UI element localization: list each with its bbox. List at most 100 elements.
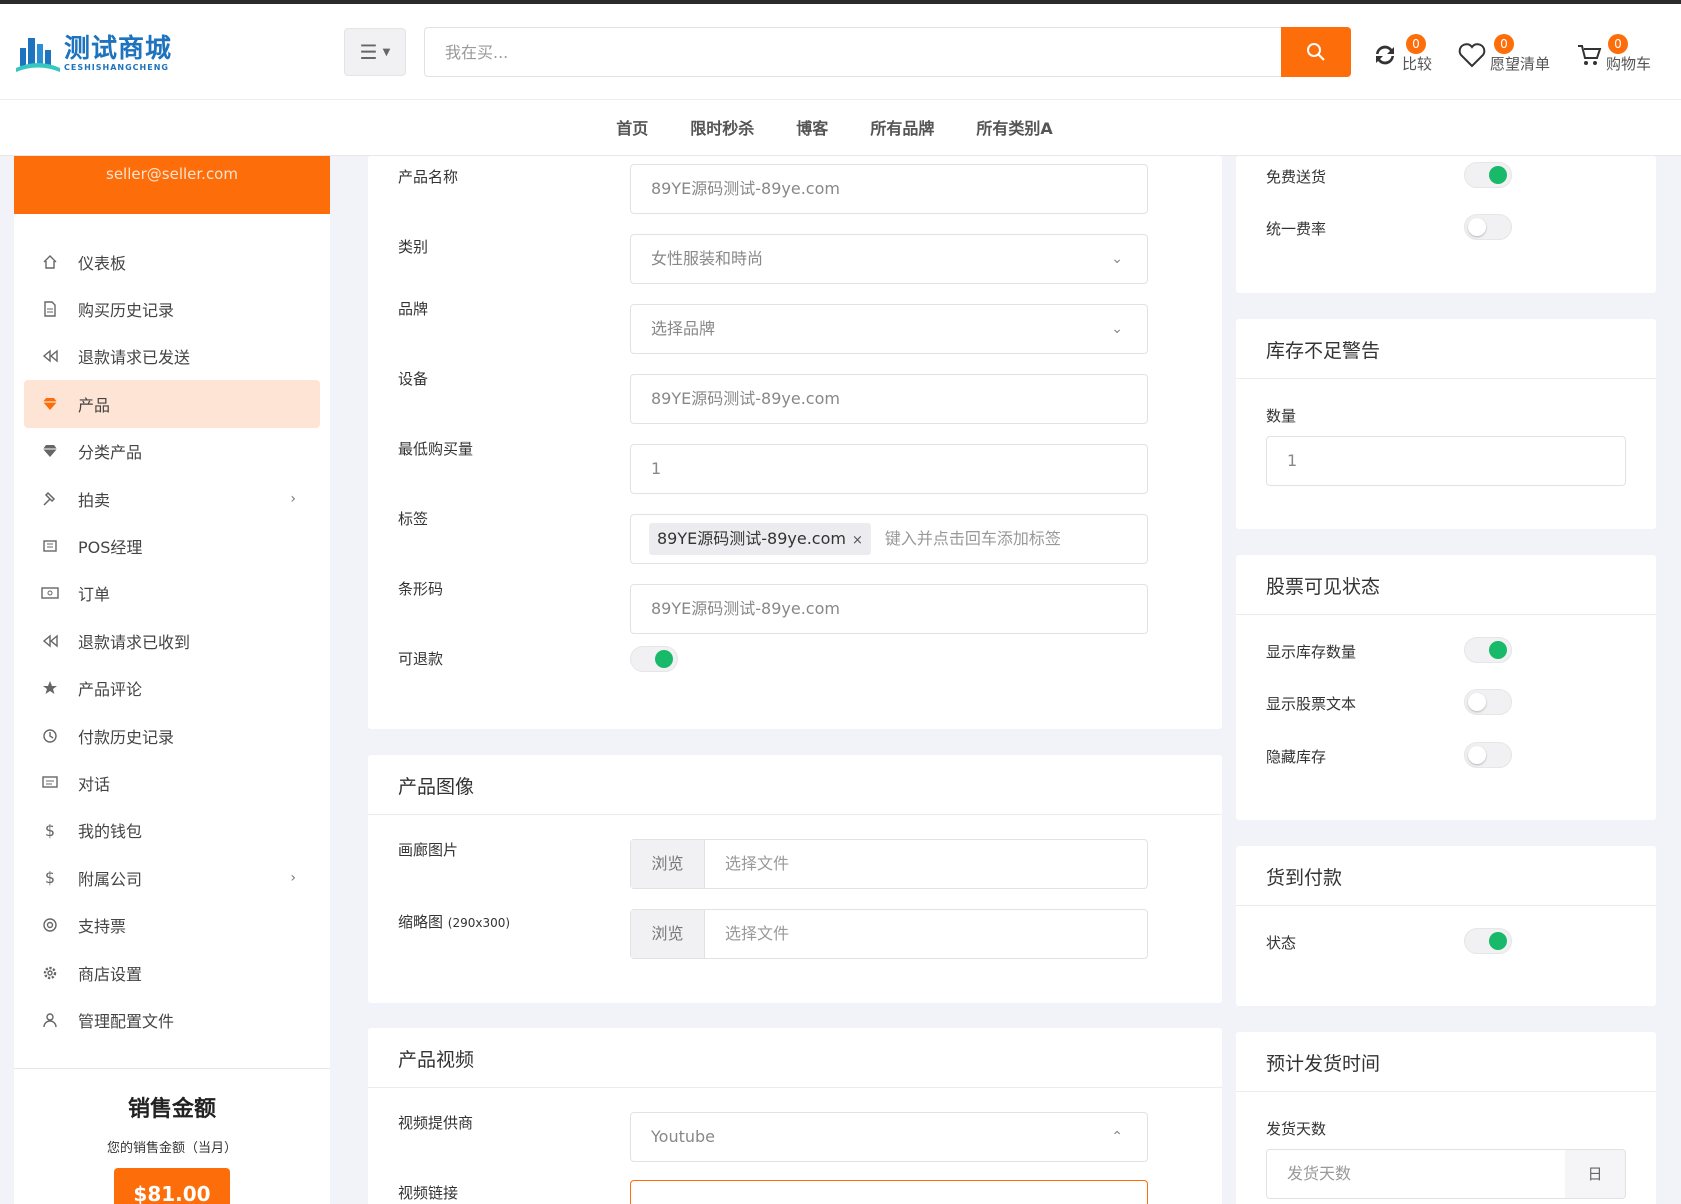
sidebar-item-affiliate[interactable]: $ 附属公司 › (24, 854, 320, 901)
product-video-title: 产品视频 (368, 1028, 1222, 1088)
sidebar-item-refund-received[interactable]: 退款请求已收到 (24, 617, 320, 664)
sidebar-item-label: 购买历史记录 (78, 301, 175, 321)
site-logo[interactable]: 测试商城 CESHISHANGCHENG (16, 32, 172, 74)
sidebar-item-product-reviews[interactable]: 产品评论 (24, 665, 320, 712)
user-icon (40, 1010, 60, 1030)
category-value: 女性服装和時尚 (651, 249, 764, 268)
nav-flash-deals[interactable]: 限时秒杀 (669, 100, 775, 155)
stock-visibility-card: 股票可见状态 显示库存数量 显示股票文本 隐藏库存 (1236, 555, 1656, 820)
sidebar-item-label: 拍卖 (78, 490, 111, 510)
nav-all-brands[interactable]: 所有品牌 (849, 100, 955, 155)
sidebar-item-label: 商店设置 (78, 964, 143, 984)
tags-input[interactable]: 89YE源码测试-89ye.com × 键入并点击回车添加标签 (630, 514, 1148, 564)
shipping-days-input[interactable]: 发货天数 (1266, 1149, 1566, 1199)
thumbnail-file-input[interactable]: 浏览 选择文件 (630, 909, 1148, 959)
sidebar-item-dashboard[interactable]: 仪表板 (24, 238, 320, 285)
tag-remove-icon[interactable]: × (852, 533, 863, 548)
file-icon (40, 299, 60, 319)
sidebar-item-label: 退款请求已发送 (78, 348, 191, 368)
nav-all-categories[interactable]: 所有类别A (955, 100, 1073, 155)
sync-icon (1376, 45, 1394, 65)
sales-amount: $81.00 (114, 1168, 230, 1204)
compare-count-badge: 0 (1406, 34, 1426, 54)
sidebar-item-pos-manager[interactable]: POS经理 (24, 522, 320, 569)
chat-icon (40, 773, 60, 793)
show-stock-text-toggle[interactable] (1464, 689, 1512, 715)
sidebar-item-label: 产品评论 (78, 680, 143, 700)
barcode-input[interactable]: 89YE源码测试-89ye.com (630, 584, 1148, 634)
sidebar-item-label: 分类产品 (78, 443, 143, 463)
wishlist-link[interactable]: 0 愿望清单 (1458, 30, 1550, 80)
sidebar-item-manage-profile[interactable]: 管理配置文件 (24, 996, 320, 1043)
show-stock-qty-toggle[interactable] (1464, 637, 1512, 663)
sidebar-item-products[interactable]: 产品 (24, 380, 320, 428)
gallery-file-input[interactable]: 浏览 选择文件 (630, 839, 1148, 889)
thumbnail-label: 缩略图 (290x300) (398, 913, 511, 931)
home-icon (40, 252, 60, 272)
est-shipping-title: 预计发货时间 (1236, 1032, 1656, 1092)
sidebar-item-my-wallet[interactable]: $ 我的钱包 (24, 807, 320, 854)
support-icon (40, 915, 60, 935)
category-menu-button[interactable]: ☰ ▼ (344, 28, 406, 76)
shipping-days-unit: 日 (1565, 1149, 1626, 1199)
cart-link[interactable]: 0 购物车 (1576, 30, 1651, 80)
main-nav: 首页 限时秒杀 博客 所有品牌 所有类别A (0, 100, 1681, 156)
product-images-card: 产品图像 画廊图片 浏览 选择文件 缩略图 (290x300) 浏览 选择文件 (368, 755, 1222, 1003)
sidebar-item-label: 对话 (78, 774, 111, 794)
video-provider-select[interactable]: Youtube ⌃ (630, 1112, 1148, 1162)
product-info-card: 产品名称 89YE源码测试-89ye.com 类别 女性服装和時尚 ⌄ 品牌 选… (368, 156, 1222, 729)
category-select[interactable]: 女性服装和時尚 ⌄ (630, 234, 1148, 284)
sidebar-item-payment-history[interactable]: 付款历史记录 (24, 712, 320, 759)
sidebar-item-label: 付款历史记录 (78, 727, 175, 747)
unit-input[interactable]: 89YE源码测试-89ye.com (630, 374, 1148, 424)
low-stock-qty-input[interactable]: 1 (1266, 436, 1626, 486)
dollar-icon: $ (44, 868, 56, 888)
chevron-right-icon: › (290, 490, 296, 507)
sidebar-item-purchase-history[interactable]: 购买历史记录 (24, 285, 320, 332)
sidebar-item-conversations[interactable]: 对话 (24, 759, 320, 806)
compare-link[interactable]: 0 比较 (1372, 30, 1432, 80)
search-input[interactable] (425, 28, 1225, 76)
product-name-label: 产品名称 (398, 168, 459, 186)
product-video-card: 产品视频 视频提供商 Youtube ⌃ 视频链接 (368, 1028, 1222, 1204)
gallery-browse-button[interactable]: 浏览 (631, 840, 705, 888)
nav-home[interactable]: 首页 (595, 100, 669, 155)
brand-value: 选择品牌 (651, 319, 716, 338)
brand-label: 品牌 (398, 300, 429, 318)
nav-blog[interactable]: 博客 (775, 100, 849, 155)
video-provider-value: Youtube (651, 1127, 715, 1146)
hide-stock-toggle[interactable] (1464, 742, 1512, 768)
sidebar-item-shop-settings[interactable]: 商店设置 (24, 949, 320, 996)
sidebar-item-digital-products[interactable]: 分类产品 (24, 428, 320, 475)
logo-buildings-icon (16, 32, 60, 74)
gallery-choose-text: 选择文件 (725, 854, 790, 873)
video-link-input[interactable] (630, 1180, 1148, 1204)
toggle-knob (1468, 693, 1486, 711)
show-stock-text-label: 显示股票文本 (1266, 695, 1357, 713)
sidebar-item-refund-sent[interactable]: 退款请求已发送 (24, 333, 320, 380)
refundable-toggle[interactable] (630, 646, 678, 672)
product-name-input[interactable]: 89YE源码测试-89ye.com (630, 164, 1148, 214)
min-qty-input[interactable]: 1 (630, 444, 1148, 494)
sidebar-item-label: POS经理 (78, 538, 143, 558)
sidebar-item-orders[interactable]: 订单 (24, 570, 320, 617)
rewind-icon (40, 631, 60, 651)
search-button[interactable] (1281, 27, 1351, 77)
flat-rate-toggle[interactable] (1464, 214, 1512, 240)
brand-select[interactable]: 选择品牌 ⌄ (630, 304, 1148, 354)
thumbnail-browse-button[interactable]: 浏览 (631, 910, 705, 958)
cod-card: 货到付款 状态 (1236, 846, 1656, 1006)
shipping-days-label: 发货天数 (1266, 1120, 1327, 1138)
seller-sidebar: seller@seller.com 仪表板 购买历史记录 退款请求已发送 产品 … (14, 156, 330, 1204)
free-shipping-toggle[interactable] (1464, 162, 1512, 188)
sidebar-menu: 仪表板 购买历史记录 退款请求已发送 产品 分类产品 拍卖 › POS经理 订单… (14, 214, 330, 1044)
logo-subtitle: CESHISHANGCHENG (64, 62, 169, 72)
show-stock-qty-label: 显示库存数量 (1266, 643, 1357, 661)
cod-status-toggle[interactable] (1464, 928, 1512, 954)
low-stock-qty-label: 数量 (1266, 407, 1297, 425)
wishlist-label: 愿望清单 (1490, 54, 1551, 73)
sidebar-item-auction[interactable]: 拍卖 › (24, 475, 320, 522)
sidebar-item-support-ticket[interactable]: 支持票 (24, 901, 320, 948)
cod-status-label: 状态 (1266, 934, 1297, 952)
sidebar-item-label: 产品 (78, 395, 111, 415)
